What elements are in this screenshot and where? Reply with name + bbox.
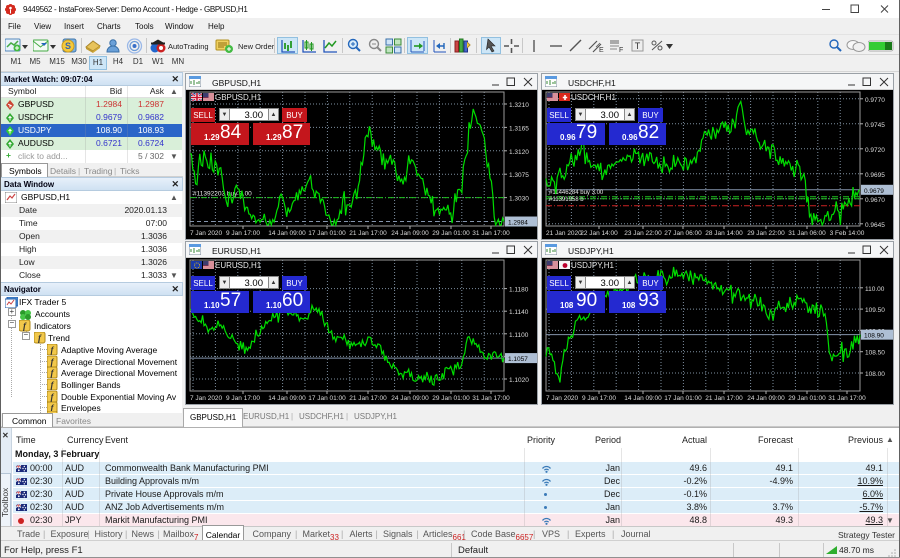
svg-text:1.3030: 1.3030 (509, 196, 529, 203)
svg-text:1.3165: 1.3165 (509, 125, 529, 132)
svg-text:F: F (619, 47, 623, 54)
svg-text:110.00: 110.00 (865, 286, 885, 293)
svg-text:0.9720: 0.9720 (865, 147, 885, 154)
svg-text:24 Jan 09:00: 24 Jan 09:00 (391, 230, 429, 237)
svg-text:1.3075: 1.3075 (509, 172, 529, 179)
svg-text:22 Jan 14:00: 22 Jan 14:00 (580, 230, 618, 237)
svg-text:29 Jan 01:00: 29 Jan 01:00 (788, 395, 826, 402)
svg-text:E: E (599, 47, 604, 54)
svg-text:0.9770: 0.9770 (865, 97, 885, 104)
svg-text:28 Jan 14:00: 28 Jan 14:00 (705, 230, 743, 237)
svg-text:23 Jan 22:00: 23 Jan 22:00 (624, 230, 662, 237)
svg-text:1.1057: 1.1057 (508, 356, 528, 363)
svg-text:14 Jan 09:00: 14 Jan 09:00 (268, 230, 306, 237)
svg-text:1.1140: 1.1140 (509, 309, 529, 316)
svg-text:9 Jan 17:00: 9 Jan 17:00 (226, 395, 260, 402)
svg-text:9 Jan 17:00: 9 Jan 17:00 (226, 230, 260, 237)
svg-text:27 Jan 06:00: 27 Jan 06:00 (664, 230, 702, 237)
svg-text:#11391958 b: #11391958 b (549, 197, 584, 203)
svg-text:108.50: 108.50 (865, 350, 885, 357)
svg-text:0.9745: 0.9745 (865, 122, 885, 129)
svg-text:21 Jan 17:00: 21 Jan 17:00 (705, 395, 743, 402)
svg-text:24 Jan 09:00: 24 Jan 09:00 (391, 395, 429, 402)
svg-text:1.1180: 1.1180 (509, 287, 529, 294)
svg-text:29 Jan 22:00: 29 Jan 22:00 (747, 230, 785, 237)
svg-text:14 Jan 09:00: 14 Jan 09:00 (624, 395, 662, 402)
svg-text:31 Jan 17:00: 31 Jan 17:00 (472, 230, 510, 237)
svg-text:7 Jan 2020: 7 Jan 2020 (546, 395, 579, 402)
svg-text:108.90: 108.90 (864, 333, 884, 340)
svg-text:7 Jan 2020: 7 Jan 2020 (190, 395, 223, 402)
svg-text:108.00: 108.00 (865, 371, 885, 378)
svg-text:29 Jan 01:00: 29 Jan 01:00 (432, 395, 470, 402)
svg-text:21 Jan 17:00: 21 Jan 17:00 (349, 395, 387, 402)
svg-text:31 Jan 17:00: 31 Jan 17:00 (472, 395, 510, 402)
svg-text:29 Jan 01:00: 29 Jan 01:00 (432, 230, 470, 237)
svg-text:0.9670: 0.9670 (865, 197, 885, 204)
svg-text:1.3120: 1.3120 (509, 149, 529, 156)
svg-text:S: S (65, 41, 71, 51)
svg-text:21 Jan 2020: 21 Jan 2020 (546, 230, 582, 237)
svg-text:31 Jan 06:00: 31 Jan 06:00 (788, 230, 826, 237)
svg-text:109.50: 109.50 (865, 307, 885, 314)
svg-text:9 Jan 17:00: 9 Jan 17:00 (582, 395, 616, 402)
svg-text:24 Jan 09:00: 24 Jan 09:00 (747, 395, 785, 402)
svg-text:0.9695: 0.9695 (865, 172, 885, 179)
svg-text:7 Jan 2020: 7 Jan 2020 (190, 230, 223, 237)
svg-text:1.3210: 1.3210 (509, 102, 529, 109)
svg-text:17 Jan 01:00: 17 Jan 01:00 (308, 230, 346, 237)
svg-text:1.1100: 1.1100 (509, 332, 529, 339)
svg-text:17 Jan 01:00: 17 Jan 01:00 (664, 395, 702, 402)
svg-text:14 Jan 09:00: 14 Jan 09:00 (268, 395, 306, 402)
svg-text:1.2984: 1.2984 (508, 220, 528, 227)
svg-text:0.9645: 0.9645 (865, 222, 885, 229)
svg-text:31 Jan 17:00: 31 Jan 17:00 (828, 395, 866, 402)
svg-text:21 Jan 17:00: 21 Jan 17:00 (349, 230, 387, 237)
svg-text:17 Jan 01:00: 17 Jan 01:00 (308, 395, 346, 402)
svg-text:0.9679: 0.9679 (864, 188, 884, 195)
svg-text:1.1020: 1.1020 (509, 377, 529, 384)
svg-text:#11446284 buy 3.00: #11446284 buy 3.00 (549, 190, 604, 196)
svg-text:T: T (635, 41, 641, 51)
svg-text:3 Feb 14:00: 3 Feb 14:00 (830, 230, 865, 237)
